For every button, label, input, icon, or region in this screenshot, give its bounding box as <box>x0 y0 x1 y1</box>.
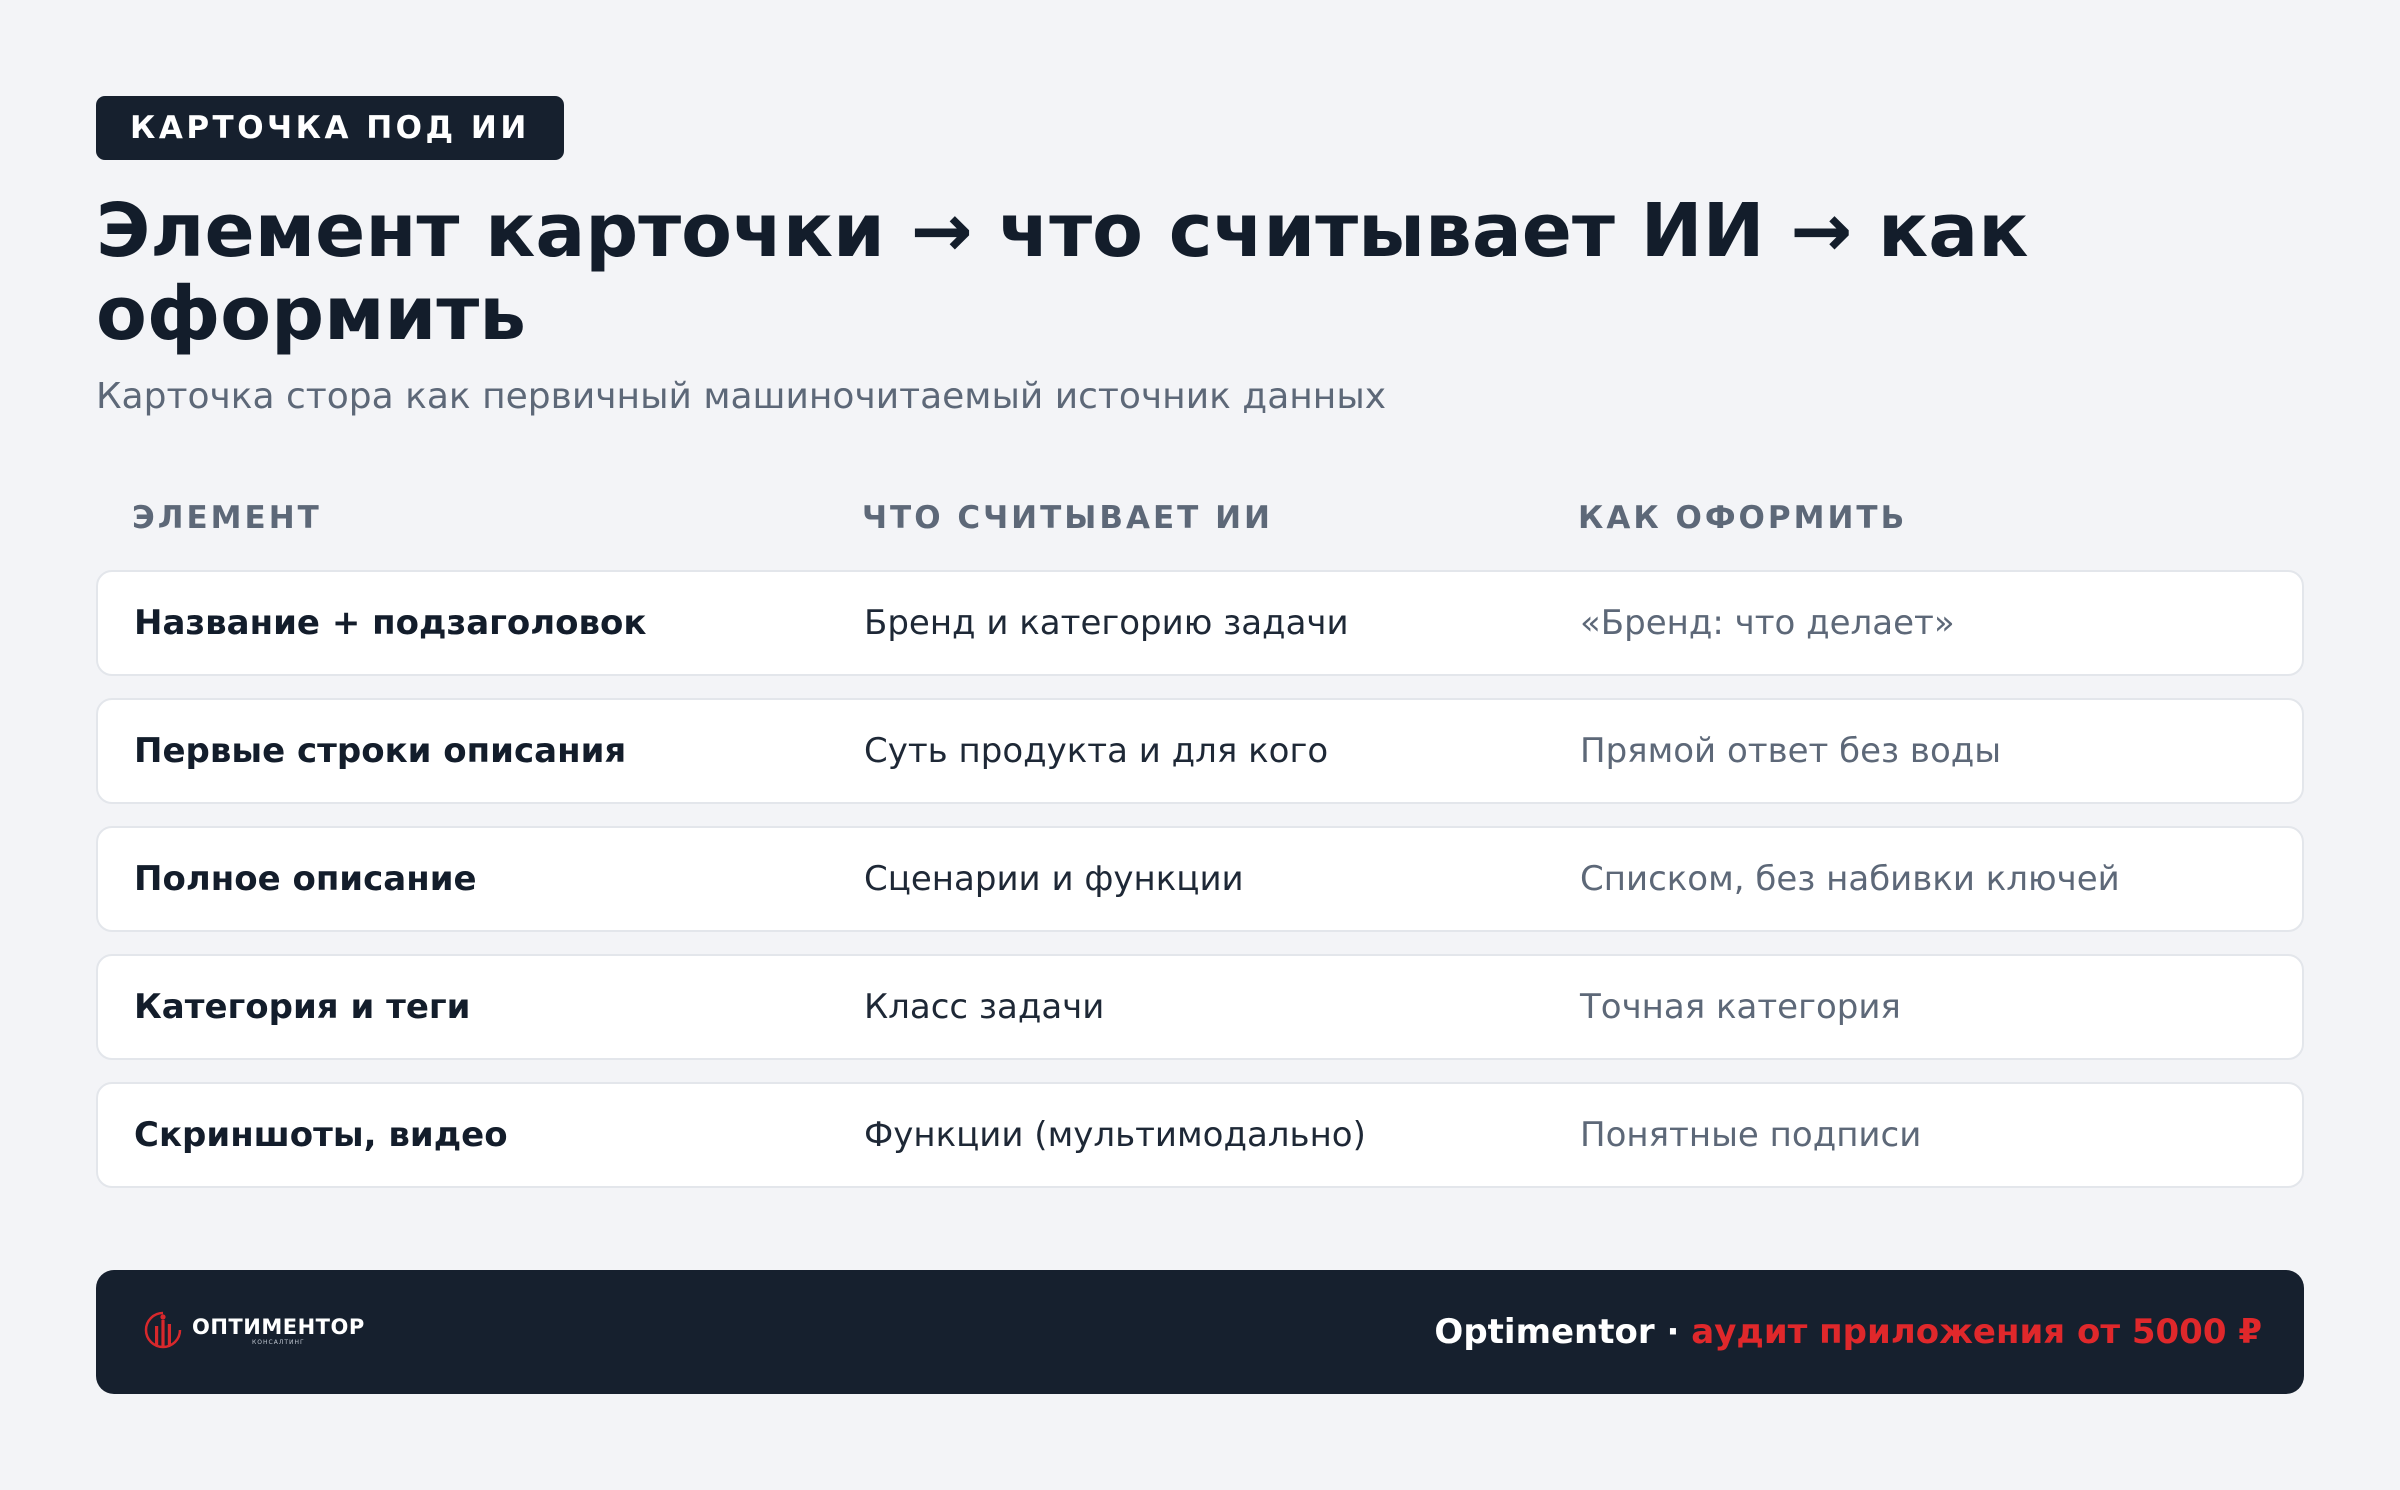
footer-brand: Optimentor <box>1434 1312 1655 1352</box>
row-ai-reads: Сценарии и функции <box>864 859 1244 899</box>
footer-offer: Optimentor · аудит приложения от 5000 ₽ <box>1434 1270 2262 1394</box>
row-element: Полное описание <box>134 859 477 899</box>
row-ai-reads: Класс задачи <box>864 987 1105 1027</box>
table-row: Название + подзаголовок Бренд и категори… <box>96 570 2304 676</box>
row-how-to: Точная категория <box>1580 987 1901 1027</box>
table-row: Скриншоты, видео Функции (мультимодально… <box>96 1082 2304 1188</box>
row-how-to: «Бренд: что делает» <box>1580 603 1955 643</box>
footer-bar: ОПТИМЕНТОР КОНСАЛТИНГ Optimentor · аудит… <box>96 1270 2304 1394</box>
footer-offer-text: аудит приложения от 5000 ₽ <box>1691 1312 2262 1352</box>
logo-tagline: КОНСАЛТИНГ <box>252 1339 305 1346</box>
page-subtitle: Карточка стора как первичный машиночитае… <box>96 376 1387 417</box>
row-element: Название + подзаголовок <box>134 603 647 643</box>
row-element: Категория и теги <box>134 987 471 1027</box>
logo-name: ОПТИМЕНТОР <box>192 1315 365 1339</box>
row-ai-reads: Бренд и категорию задачи <box>864 603 1349 643</box>
company-logo: ОПТИМЕНТОР КОНСАЛТИНГ <box>144 1310 365 1352</box>
row-element: Первые строки описания <box>134 731 627 771</box>
slide: КАРТОЧКА ПОД ИИ Элемент карточки → что с… <box>0 0 2400 1490</box>
table-row: Категория и теги Класс задачи Точная кат… <box>96 954 2304 1060</box>
row-ai-reads: Суть продукта и для кого <box>864 731 1329 771</box>
table-row: Полное описание Сценарии и функции Списк… <box>96 826 2304 932</box>
row-how-to: Понятные подписи <box>1580 1115 1922 1155</box>
section-badge: КАРТОЧКА ПОД ИИ <box>96 96 564 160</box>
mapping-table: ЭЛЕМЕНТ ЧТО СЧИТЫВАЕТ ИИ КАК ОФОРМИТЬ На… <box>96 490 2304 1210</box>
column-header-ai-reads: ЧТО СЧИТЫВАЕТ ИИ <box>862 500 1273 536</box>
optimentor-logo-icon <box>144 1310 182 1352</box>
column-header-how-to: КАК ОФОРМИТЬ <box>1578 500 1908 536</box>
column-header-element: ЭЛЕМЕНТ <box>132 500 322 536</box>
row-how-to: Списком, без набивки ключей <box>1580 859 2120 899</box>
footer-separator: · <box>1654 1312 1692 1352</box>
row-how-to: Прямой ответ без воды <box>1580 731 2002 771</box>
page-title: Элемент карточки → что считывает ИИ → ка… <box>96 188 2029 357</box>
row-element: Скриншоты, видео <box>134 1115 508 1155</box>
table-header: ЭЛЕМЕНТ ЧТО СЧИТЫВАЕТ ИИ КАК ОФОРМИТЬ <box>96 490 2304 570</box>
table-row: Первые строки описания Суть продукта и д… <box>96 698 2304 804</box>
row-ai-reads: Функции (мультимодально) <box>864 1115 1366 1155</box>
